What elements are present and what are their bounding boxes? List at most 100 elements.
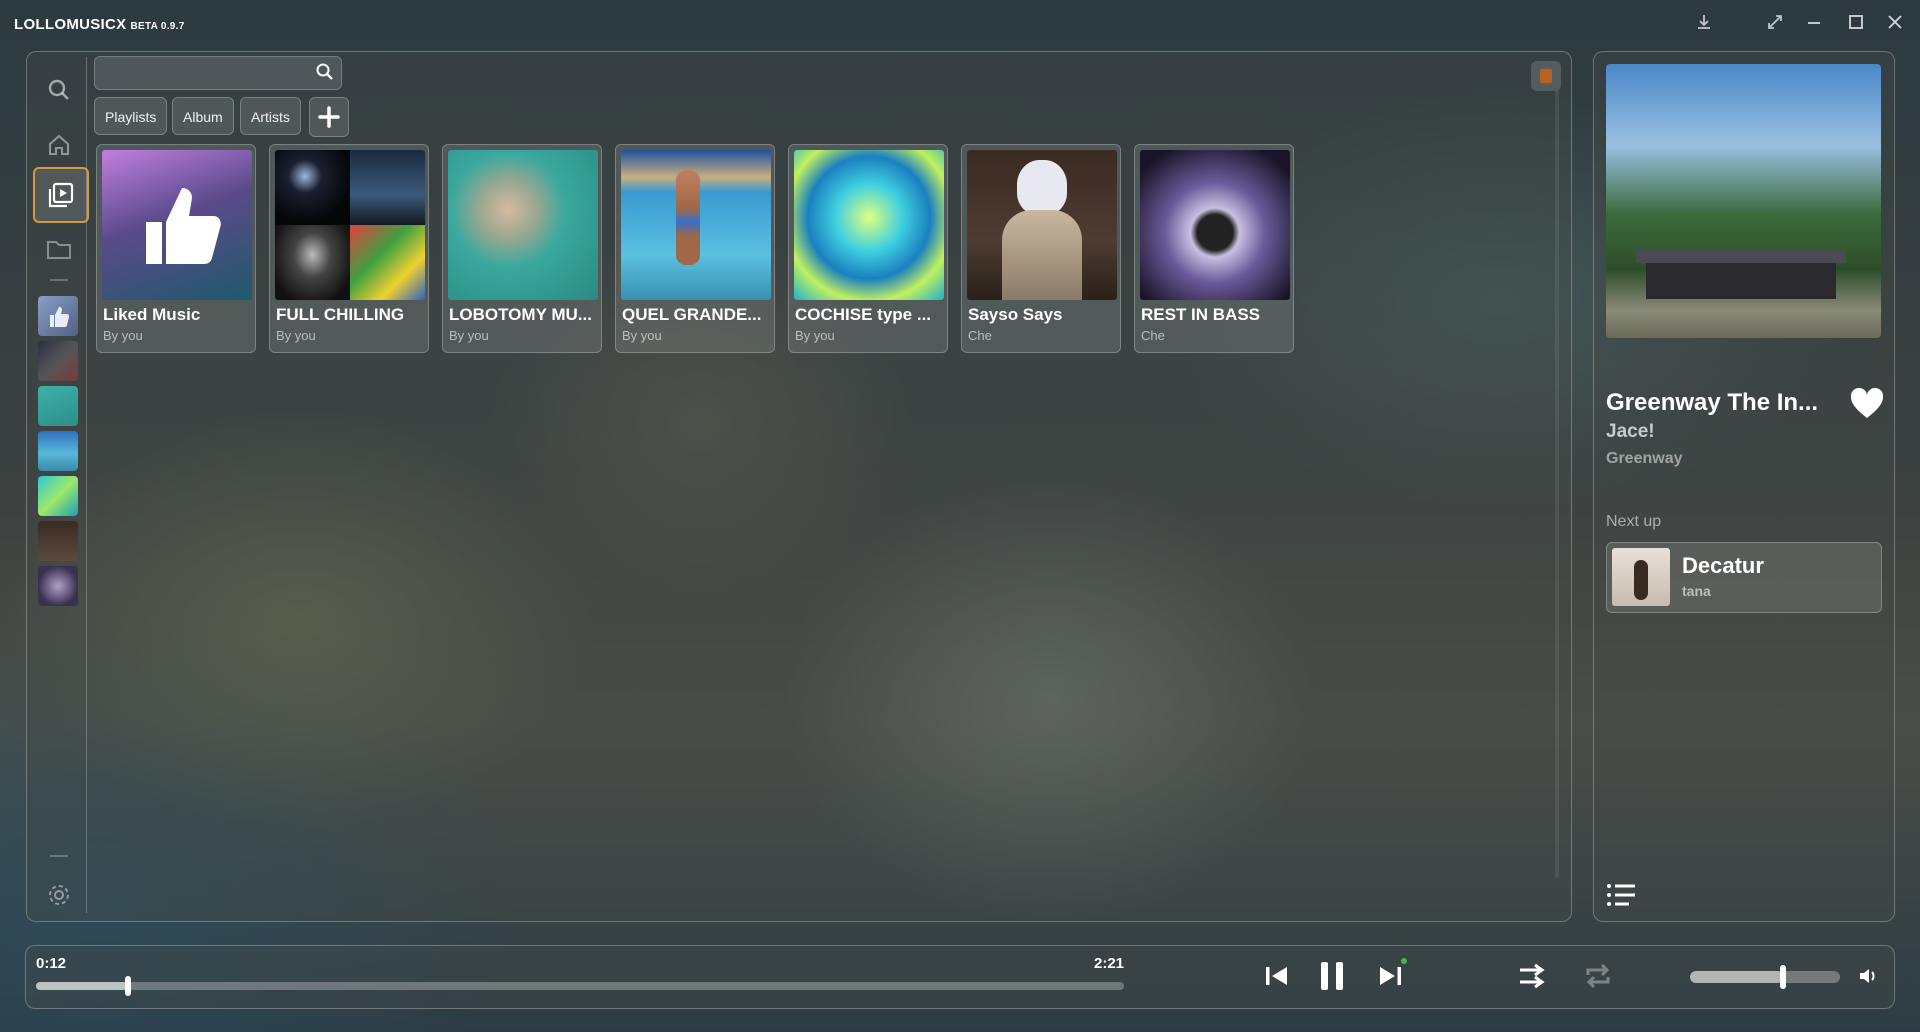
card-title: LOBOTOMY MU... [449, 305, 592, 324]
card-title: COCHISE type ... [795, 305, 932, 324]
card-subtitle: Che [1141, 328, 1165, 343]
skip-next-icon [1380, 967, 1401, 985]
settings-button[interactable] [33, 869, 85, 921]
card-subtitle: By you [276, 328, 316, 343]
queue-list-icon[interactable] [1606, 882, 1638, 908]
gear-icon [49, 885, 69, 905]
now-playing-title: Greenway The In... [1606, 389, 1819, 416]
filter-artists[interactable]: Artists [240, 97, 301, 135]
next-up-artist: tana [1682, 583, 1711, 599]
app-name: LOLLOMUSICX [14, 16, 127, 33]
next-up-title: Decatur [1682, 553, 1764, 578]
library-card-rest-in-bass[interactable]: REST IN BASS Che [1134, 144, 1294, 353]
elapsed-time: 0:12 [36, 955, 67, 972]
library-card-full-chilling[interactable]: FULL CHILLING By you [269, 144, 429, 353]
sidebar-search[interactable] [33, 64, 85, 116]
search-icon [48, 79, 69, 100]
pause-button[interactable] [1312, 958, 1352, 994]
search-box [94, 56, 342, 90]
thumbs-up-icon [146, 188, 221, 264]
now-playing-artwork [1606, 64, 1881, 338]
card-art [967, 150, 1117, 300]
search-icon[interactable] [315, 62, 335, 87]
card-title: Sayso Says [968, 305, 1063, 324]
card-subtitle: By you [622, 328, 662, 343]
heart-icon[interactable] [1850, 387, 1884, 425]
progress-slider[interactable] [36, 976, 1124, 996]
home-icon [49, 134, 69, 155]
shuffle-icon [1520, 963, 1545, 989]
next-up-artwork [1612, 548, 1670, 606]
progress-handle[interactable] [125, 976, 132, 996]
volume-fill [1690, 971, 1783, 983]
sidebar-divider [50, 279, 68, 281]
notification-button[interactable] [1531, 61, 1561, 91]
skip-previous-icon [1266, 967, 1287, 985]
sidebar-album-rest-in-bass[interactable] [38, 566, 78, 606]
volume-button[interactable] [1848, 958, 1888, 994]
title-bar: LOLLOMUSICX BETA 0.9.7 [0, 0, 1920, 50]
next-up-item[interactable]: Decatur tana [1606, 542, 1882, 613]
folder-icon [47, 241, 71, 259]
card-subtitle: By you [795, 328, 835, 343]
plus-icon [318, 106, 340, 128]
progress-fill [36, 982, 129, 990]
card-title: FULL CHILLING [276, 305, 405, 324]
sidebar-divider-bottom [50, 855, 68, 857]
shuffle-button[interactable] [1513, 958, 1553, 994]
filter-album[interactable]: Album [172, 97, 234, 135]
card-subtitle: By you [103, 328, 143, 343]
main-scrollbar[interactable] [1555, 90, 1559, 878]
card-art [448, 150, 598, 300]
minimize-icon[interactable] [1801, 12, 1827, 38]
filter-playlists[interactable]: Playlists [94, 97, 168, 135]
download-icon[interactable] [1691, 12, 1717, 38]
volume-slider[interactable] [1690, 965, 1840, 989]
card-art [102, 150, 252, 300]
add-button[interactable] [309, 97, 349, 137]
card-title: REST IN BASS [1141, 305, 1261, 324]
card-art [621, 150, 771, 300]
sidebar-home[interactable] [33, 119, 85, 171]
now-playing-artist[interactable]: Jace! [1606, 421, 1655, 443]
total-duration: 2:21 [1094, 955, 1125, 972]
search-input[interactable] [103, 61, 307, 85]
card-subtitle: Che [968, 328, 992, 343]
card-art [275, 150, 425, 300]
sidebar-playlist-quel-grande[interactable] [38, 431, 78, 471]
now-playing-album[interactable]: Greenway [1606, 450, 1682, 468]
library-card-quel-grande[interactable]: QUEL GRANDE... By you [615, 144, 775, 353]
sidebar-folder[interactable] [33, 223, 85, 275]
sidebar-album-sayso-says[interactable] [38, 521, 78, 561]
repeat-icon [1586, 963, 1610, 989]
close-icon[interactable] [1882, 12, 1908, 38]
sidebar-playlist-full-chilling[interactable] [38, 341, 78, 381]
library-card-cochise[interactable]: COCHISE type ... By you [788, 144, 948, 353]
library-card-sayso-says[interactable]: Sayso Says Che [961, 144, 1121, 353]
card-art [794, 150, 944, 300]
card-title: QUEL GRANDE... [622, 305, 762, 324]
speaker-icon [1860, 969, 1875, 983]
card-subtitle: By you [449, 328, 489, 343]
card-title: Liked Music [103, 305, 201, 324]
app-version: BETA 0.9.7 [130, 21, 185, 32]
notification-icon [1540, 69, 1552, 83]
next-up-label: Next up [1606, 513, 1662, 530]
previous-button[interactable] [1257, 958, 1297, 994]
card-art [1140, 150, 1290, 300]
sidebar-playlist-cochise[interactable] [38, 476, 78, 516]
sidebar-playlist-lobotomy[interactable] [38, 386, 78, 426]
expand-icon[interactable] [1762, 12, 1788, 38]
status-dot [1401, 958, 1407, 964]
thumbs-up-icon [50, 307, 69, 327]
library-card-lobotomy[interactable]: LOBOTOMY MU... By you [442, 144, 602, 353]
sidebar-playlist-liked-music[interactable] [38, 296, 78, 336]
sidebar [32, 57, 89, 913]
volume-handle[interactable] [1780, 965, 1786, 989]
repeat-button[interactable] [1578, 958, 1618, 994]
library-card-liked-music[interactable]: Liked Music By you [96, 144, 256, 353]
library-icon [48, 182, 74, 208]
maximize-icon[interactable] [1843, 12, 1869, 38]
pause-icon [1321, 962, 1343, 990]
sidebar-library[interactable] [33, 167, 89, 223]
